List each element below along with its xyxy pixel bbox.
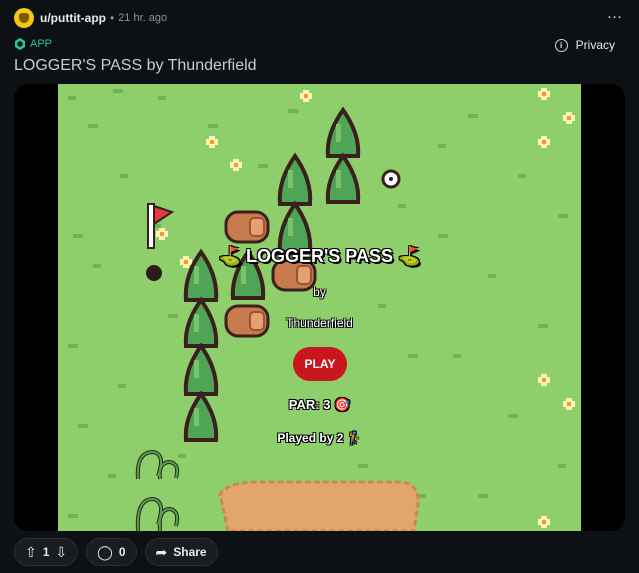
share-button[interactable]: ➦ Share — [144, 538, 218, 566]
post-actions: ⇧ 1 ⇩ ◯ 0 ➦ Share — [14, 538, 218, 566]
share-icon: ➦ — [155, 543, 168, 560]
privacy-label: Privacy — [575, 38, 615, 52]
comment-count: 0 — [118, 545, 126, 559]
vote-pill: ⇧ 1 ⇩ — [14, 538, 79, 566]
comment-button[interactable]: ◯ 0 — [86, 538, 137, 566]
title-flag-right: ⛳ — [398, 246, 421, 266]
post-header: u/puttit-app • 21 hr. ago — [14, 7, 167, 29]
share-label: Share — [173, 545, 207, 559]
par-label: PAR: 3 🎯 — [288, 397, 351, 412]
comment-icon: ◯ — [97, 543, 113, 560]
app-icon — [15, 38, 25, 50]
upvote-icon[interactable]: ⇧ — [25, 544, 37, 561]
post-time: 21 hr. ago — [118, 12, 168, 24]
more-icon[interactable]: … — [605, 6, 625, 27]
game-frame: ⛳ LOGGER'S PASS ⛳ by Thunderfield PLAY P… — [14, 84, 625, 531]
golf-course-scene — [68, 88, 575, 531]
vote-count: 1 — [42, 545, 50, 559]
author-name: Thunderfield — [286, 316, 353, 330]
avatar[interactable] — [14, 8, 34, 28]
app-label: APP — [30, 38, 53, 50]
username[interactable]: u/puttit-app — [40, 11, 106, 25]
title-flag-left: ⛳ — [218, 246, 241, 266]
post-title[interactable]: LOGGER'S PASS by Thunderfield — [14, 57, 257, 75]
info-icon: i — [554, 38, 568, 52]
privacy-link[interactable]: i Privacy — [554, 38, 615, 52]
play-button[interactable]: PLAY — [293, 347, 347, 381]
app-badge: APP — [14, 38, 52, 50]
game-title: ⛳ LOGGER'S PASS ⛳ — [58, 246, 581, 267]
game-title-text: LOGGER'S PASS — [246, 246, 393, 266]
downvote-icon[interactable]: ⇩ — [55, 544, 67, 561]
game-canvas[interactable]: ⛳ LOGGER'S PASS ⛳ by Thunderfield PLAY P… — [58, 84, 581, 531]
by-label: by — [313, 285, 326, 299]
played-by-label: Played by 2 🏌 — [277, 431, 362, 445]
separator: • — [109, 11, 115, 25]
